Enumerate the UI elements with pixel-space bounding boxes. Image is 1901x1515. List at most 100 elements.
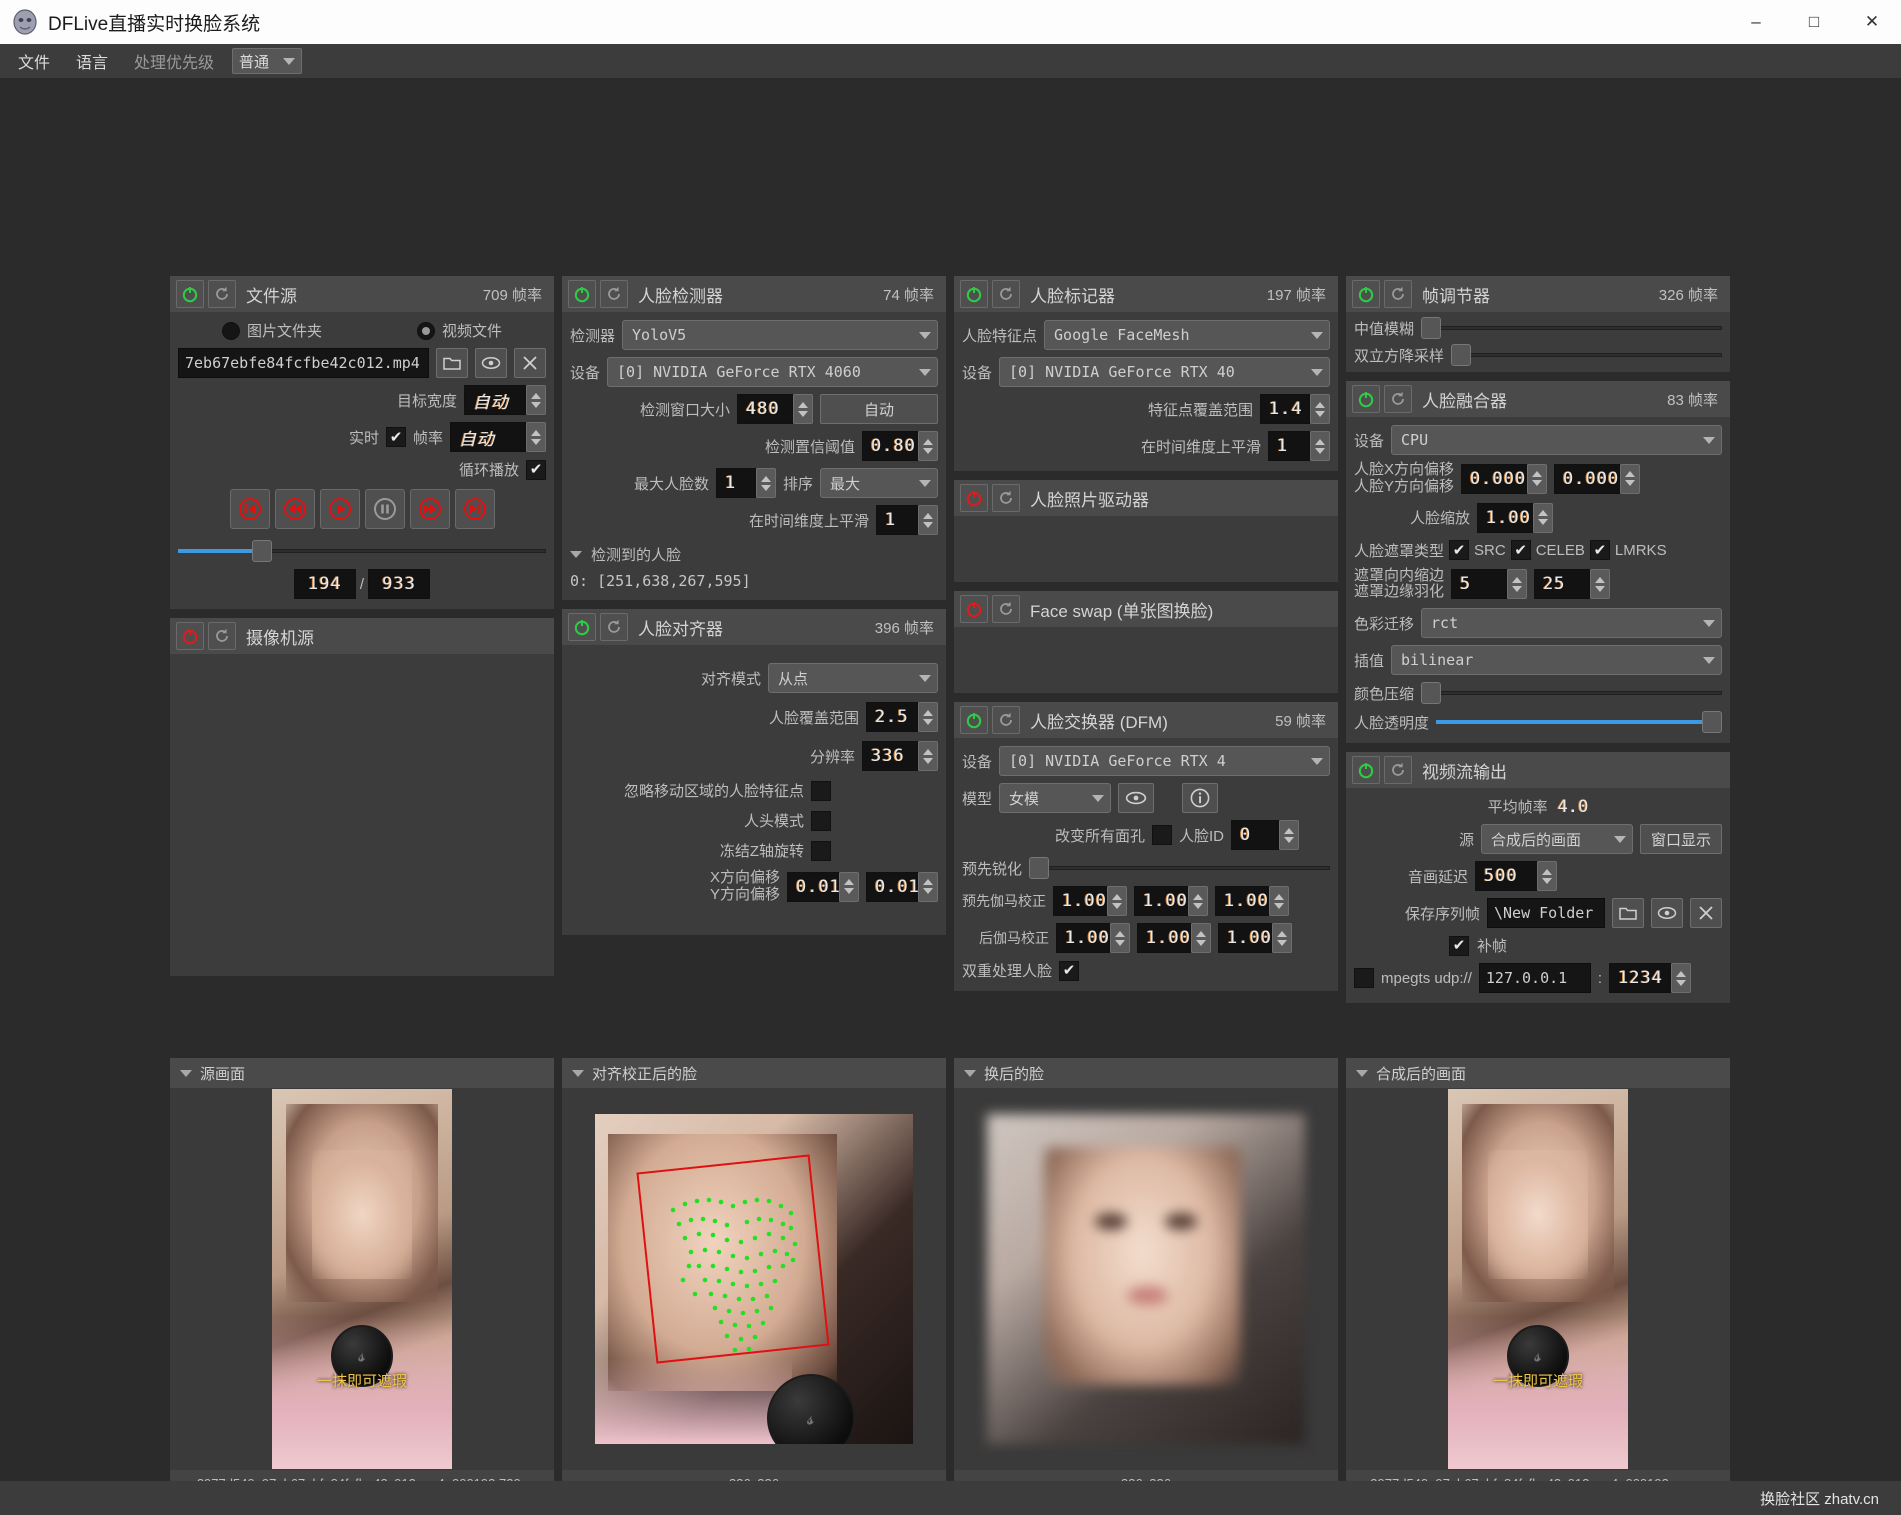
color-compress-slider[interactable] <box>1421 682 1722 705</box>
mask-lmrks-checkbox[interactable] <box>1589 540 1610 561</box>
radio-image-folder[interactable]: 图片文件夹 <box>221 320 322 341</box>
face-offset-y-stepper[interactable]: 0.000 <box>1554 463 1641 494</box>
stepper-arrows[interactable] <box>1310 394 1330 424</box>
rewind-icon[interactable] <box>274 489 315 529</box>
stepper-arrows[interactable] <box>793 394 813 424</box>
reset-icon[interactable] <box>1384 756 1412 785</box>
swap-all-checkbox[interactable] <box>1151 825 1172 845</box>
interpolation-select[interactable]: bilinear <box>1391 645 1722 676</box>
fast-forward-icon[interactable] <box>409 489 450 529</box>
device-select[interactable]: [0] NVIDIA GeForce RTX 4060 <box>607 357 938 387</box>
stepper-arrows[interactable] <box>1590 569 1611 600</box>
stepper-arrows[interactable] <box>526 385 546 415</box>
pre-gamma-g-value[interactable]: 1.00 <box>1134 886 1188 916</box>
av-delay-value[interactable]: 500 <box>1475 861 1537 892</box>
power-icon[interactable] <box>176 622 204 650</box>
reset-icon[interactable] <box>1384 280 1412 308</box>
power-icon[interactable] <box>960 706 988 734</box>
face-offset-x-stepper[interactable]: 0.000 <box>1461 463 1548 494</box>
info-icon[interactable] <box>1182 783 1219 813</box>
target-width-value[interactable]: 自动 <box>464 385 526 415</box>
file-path-input[interactable]: 7eb67ebfe84fcfbe42c012.mp4 <box>178 348 429 378</box>
stepper-arrows[interactable] <box>918 871 938 902</box>
align-mode-select[interactable]: 从点 <box>768 663 938 693</box>
mask-celeb-checkbox[interactable] <box>1510 540 1531 561</box>
face-opacity-slider[interactable] <box>1436 711 1722 734</box>
power-icon[interactable] <box>176 280 204 308</box>
av-delay-stepper[interactable]: 500 <box>1475 861 1557 892</box>
minimize-button[interactable]: – <box>1727 0 1785 44</box>
model-select[interactable]: 女模 <box>999 783 1112 813</box>
stepper-arrows[interactable] <box>918 431 938 461</box>
threshold-stepper[interactable]: 0.80 <box>862 431 938 461</box>
power-icon[interactable] <box>960 280 988 308</box>
maximize-button[interactable]: □ <box>1785 0 1843 44</box>
mpegts-port-stepper[interactable]: 1234 <box>1609 963 1692 994</box>
window-display-button[interactable]: 窗口显示 <box>1639 824 1722 855</box>
temporal-stepper[interactable]: 1 <box>1268 431 1330 461</box>
power-icon[interactable] <box>568 613 596 641</box>
mpegts-port-value[interactable]: 1234 <box>1609 963 1672 994</box>
mpegts-checkbox[interactable] <box>1354 968 1374 989</box>
resolution-stepper[interactable]: 336 <box>862 741 938 771</box>
face-offset-x-value[interactable]: 0.000 <box>1461 463 1528 494</box>
temporal-value[interactable]: 1 <box>1268 431 1310 461</box>
slider-knob[interactable] <box>1451 344 1472 366</box>
power-icon[interactable] <box>1352 756 1380 785</box>
erode-stepper[interactable]: 5 <box>1451 569 1528 600</box>
face-offset-y-value[interactable]: 0.000 <box>1554 463 1621 494</box>
post-gamma-r-stepper[interactable]: 1.00 <box>1056 923 1130 953</box>
ignore-moving-checkbox[interactable] <box>811 780 831 801</box>
pause-icon[interactable] <box>364 489 405 529</box>
post-gamma-g-value[interactable]: 1.00 <box>1137 923 1191 953</box>
power-icon[interactable] <box>960 484 988 512</box>
landmarks-select[interactable]: Google FaceMesh <box>1044 320 1330 350</box>
loop-checkbox[interactable] <box>526 459 546 480</box>
post-gamma-g-stepper[interactable]: 1.00 <box>1137 923 1211 953</box>
blur-value[interactable]: 25 <box>1534 569 1591 600</box>
stepper-arrows[interactable] <box>1671 963 1692 994</box>
offset-y-stepper[interactable]: 0.01 <box>866 871 938 902</box>
stepper-arrows[interactable] <box>1620 463 1641 494</box>
pre-gamma-g-stepper[interactable]: 1.00 <box>1134 886 1208 916</box>
stepper-arrows[interactable] <box>1272 923 1292 953</box>
reset-icon[interactable] <box>992 280 1020 308</box>
bicubic-slider[interactable] <box>1451 344 1722 366</box>
temporal-stepper[interactable]: 1 <box>876 505 938 535</box>
close-button[interactable]: ✕ <box>1843 0 1901 44</box>
coverage-value[interactable]: 1.4 <box>1260 394 1310 424</box>
preview-header[interactable]: 合成后的画面 <box>1346 1058 1730 1088</box>
preview-header[interactable]: 源画面 <box>170 1058 554 1088</box>
power-icon[interactable] <box>1352 385 1380 413</box>
stepper-arrows[interactable] <box>1188 886 1208 916</box>
temporal-value[interactable]: 1 <box>876 505 918 535</box>
face-scale-value[interactable]: 1.00 <box>1477 502 1533 533</box>
frame-current[interactable]: 194 <box>293 569 356 599</box>
stepper-arrows[interactable] <box>1269 886 1289 916</box>
fps-value[interactable]: 自动 <box>450 422 526 452</box>
radio-video-file[interactable]: 视频文件 <box>416 320 502 341</box>
pre-gamma-b-value[interactable]: 1.00 <box>1215 886 1269 916</box>
fps-stepper[interactable]: 自动 <box>450 422 546 452</box>
stepper-arrows[interactable] <box>839 871 859 902</box>
close-icon[interactable] <box>514 348 546 378</box>
stepper-arrows[interactable] <box>1310 431 1330 461</box>
folder-icon[interactable] <box>1612 898 1644 929</box>
slider-knob[interactable] <box>1702 711 1722 734</box>
resolution-value[interactable]: 336 <box>862 741 918 771</box>
coverage-stepper[interactable]: 1.4 <box>1260 394 1330 424</box>
power-icon[interactable] <box>1352 280 1380 308</box>
eye-icon[interactable] <box>1651 898 1683 929</box>
median-blur-slider[interactable] <box>1421 317 1722 339</box>
stepper-arrows[interactable] <box>755 468 776 498</box>
folder-icon[interactable] <box>436 348 468 378</box>
blur-stepper[interactable]: 25 <box>1534 569 1611 600</box>
stepper-arrows[interactable] <box>1191 923 1211 953</box>
stepper-arrows[interactable] <box>1107 886 1127 916</box>
source-select[interactable]: 合成后的画面 <box>1480 824 1633 855</box>
stepper-arrows[interactable] <box>1110 923 1130 953</box>
reset-icon[interactable] <box>600 280 628 308</box>
head-mode-checkbox[interactable] <box>811 810 831 831</box>
face-id-value[interactable]: 0 <box>1231 820 1279 850</box>
mask-src-checkbox[interactable] <box>1449 540 1470 561</box>
